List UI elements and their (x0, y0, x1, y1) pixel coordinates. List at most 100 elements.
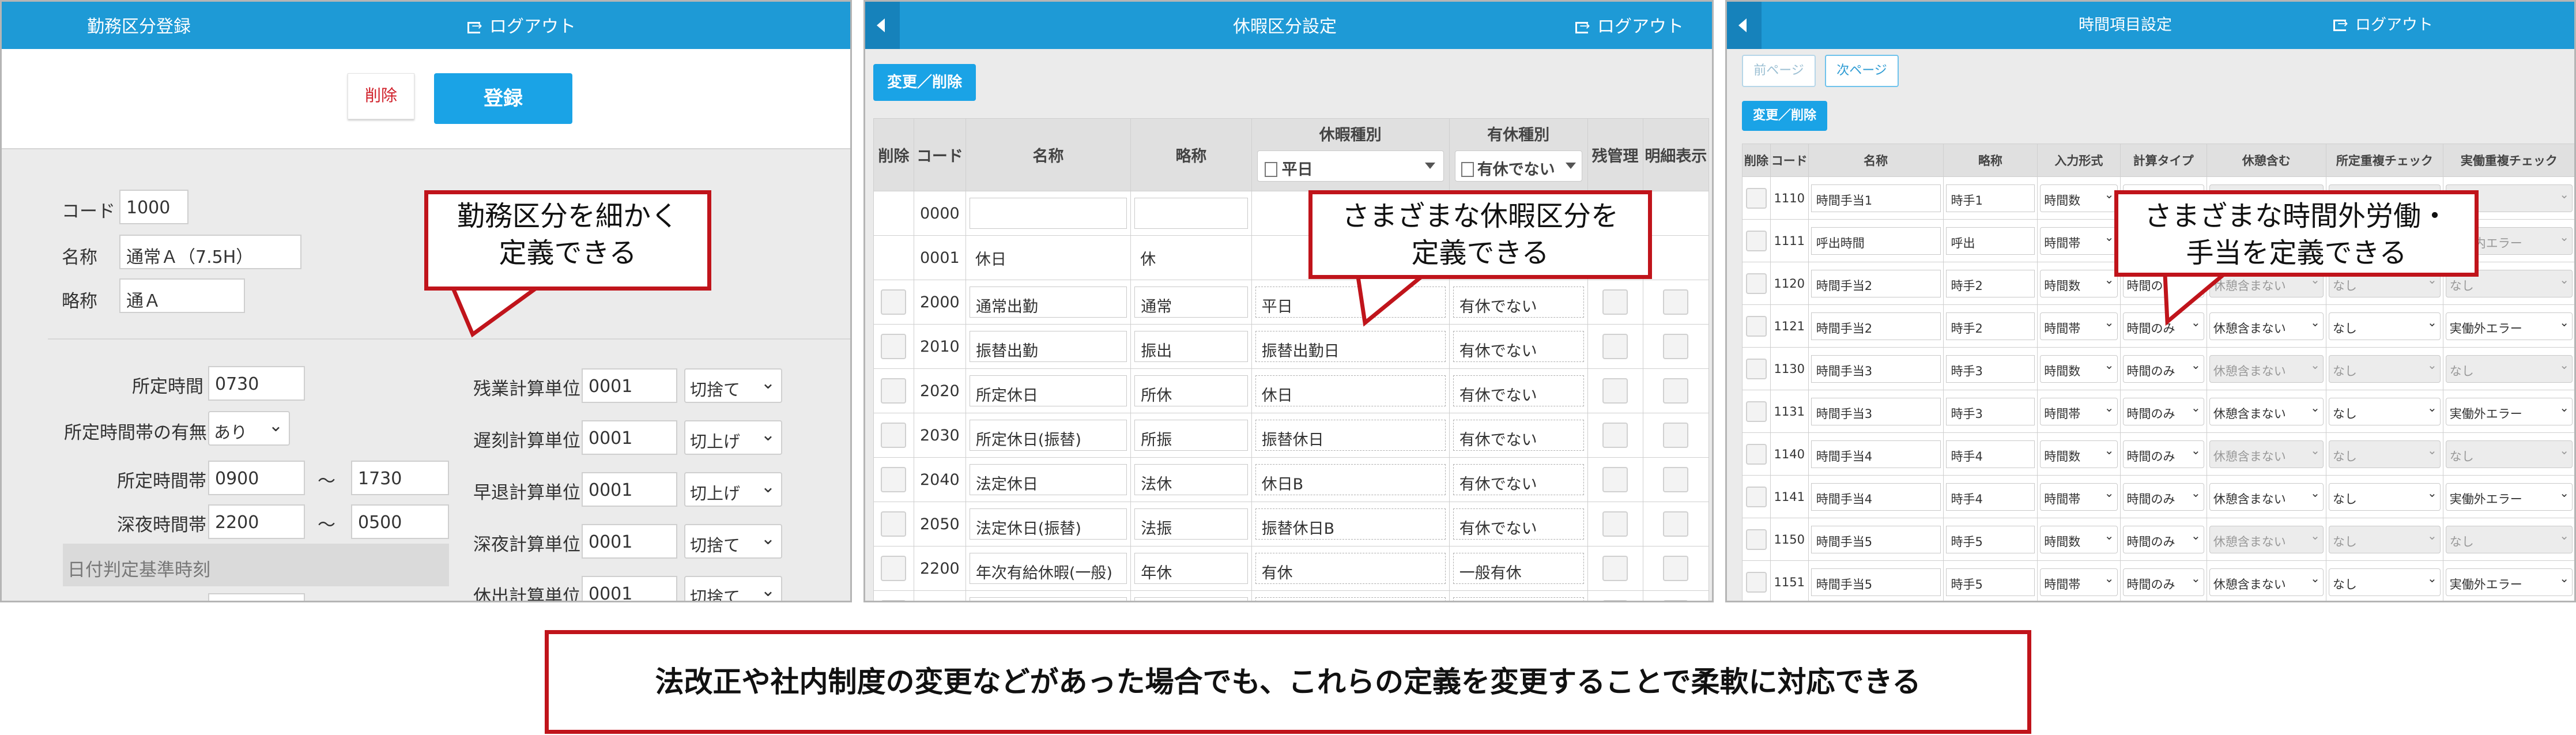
name-input[interactable]: 時間手当3 (1811, 397, 1941, 425)
break-select[interactable]: 休憩含まない (2209, 568, 2324, 596)
name-input[interactable]: 振替出勤 (969, 331, 1127, 362)
night-band-to-field[interactable]: 0500 (351, 504, 449, 539)
name-input[interactable]: 時間手当4 (1811, 483, 1941, 511)
leave-type-cell[interactable]: 振替出勤日 (1255, 331, 1446, 362)
balance-checkbox[interactable] (1602, 556, 1628, 581)
paid-type-cell[interactable]: 有休でない (1453, 375, 1584, 406)
delete-checkbox[interactable] (881, 467, 907, 492)
delete-checkbox[interactable] (1745, 443, 1767, 465)
detail-checkbox[interactable] (1663, 556, 1689, 581)
rounding-select[interactable]: 切捨て (684, 368, 782, 403)
delete-checkbox[interactable] (1745, 358, 1767, 379)
break-select[interactable]: 休憩含まない (2209, 440, 2324, 468)
balance-checkbox[interactable] (1602, 467, 1628, 492)
name-input[interactable]: 年次有給休暇(時間) (969, 597, 1127, 601)
abbr-field[interactable]: 通Ａ (119, 278, 245, 313)
abbr-input[interactable]: 時手3 (1945, 355, 2035, 383)
detail-checkbox[interactable] (1663, 334, 1689, 359)
delete-checkbox[interactable] (1745, 571, 1767, 593)
calc-type-select[interactable]: 時間のみ (2122, 483, 2204, 511)
calc-type-select[interactable]: 時間のみ (2122, 397, 2204, 425)
delete-checkbox[interactable] (1745, 230, 1767, 251)
delete-checkbox[interactable] (881, 600, 907, 601)
logout-link[interactable]: ログアウト (1575, 12, 1684, 37)
actual-check-select[interactable]: なし (2445, 525, 2573, 553)
balance-checkbox[interactable] (1602, 600, 1628, 601)
name-input[interactable]: 時間手当5 (1811, 568, 1941, 596)
input-type-select[interactable]: 時間数 (2040, 525, 2118, 553)
delete-checkbox[interactable] (1745, 529, 1767, 550)
paid-type-cell[interactable]: 有休でない (1453, 464, 1584, 495)
change-delete-button[interactable]: 変更／削除 (1742, 101, 1827, 131)
break-select[interactable]: 休憩含まない (2209, 397, 2324, 425)
rounding-select[interactable]: 切捨て (684, 576, 782, 601)
input-type-select[interactable]: 時間帯 (2040, 312, 2118, 340)
fixed-time-field[interactable]: 0730 (208, 366, 305, 401)
input-type-select[interactable]: 時間数 (2040, 355, 2118, 383)
delete-checkbox[interactable] (881, 423, 907, 448)
detail-checkbox[interactable] (1663, 378, 1689, 404)
abbr-input[interactable]: 時手4 (1945, 483, 2035, 511)
fixed-check-select[interactable]: なし (2328, 312, 2441, 340)
fixed-check-select[interactable]: なし (2328, 355, 2441, 383)
actual-check-select[interactable]: なし (2445, 355, 2573, 383)
detail-checkbox[interactable] (1663, 511, 1689, 537)
paid-type-cell[interactable]: 有休でない (1453, 331, 1584, 362)
break-select[interactable]: 休憩含まない (2209, 483, 2324, 511)
abbr-input[interactable]: 時手5 (1945, 568, 2035, 596)
delete-checkbox[interactable] (881, 289, 907, 315)
balance-checkbox[interactable] (1602, 289, 1628, 315)
delete-checkbox[interactable] (1745, 486, 1767, 507)
delete-checkbox[interactable] (1745, 187, 1767, 209)
input-type-select[interactable]: 時間帯 (2040, 227, 2118, 255)
name-input[interactable]: 通常出勤 (969, 287, 1127, 318)
name-input[interactable]: 所定休日 (969, 375, 1127, 406)
name-input[interactable]: 時間手当4 (1811, 440, 1941, 468)
actual-check-select[interactable]: 実働外エラー (2445, 397, 2573, 425)
delete-checkbox[interactable] (881, 511, 907, 537)
break-select[interactable]: 休憩含まない (2209, 355, 2324, 383)
input-type-select[interactable]: 時間帯 (2040, 397, 2118, 425)
name-input[interactable]: 所定休日(振替) (969, 420, 1127, 451)
abbr-input[interactable]: 時手2 (1945, 269, 2035, 297)
abbr-input[interactable]: 呼出 (1945, 227, 2035, 255)
abbr-input[interactable]: 時手1 (1945, 184, 2035, 212)
leave-type-cell[interactable]: 振替休日 (1255, 420, 1446, 451)
name-input[interactable]: 時間手当2 (1811, 269, 1941, 297)
delete-checkbox[interactable] (881, 556, 907, 581)
name-field[interactable]: 通常Ａ（7.5H） (119, 235, 301, 269)
abbr-input[interactable]: 年休 (1134, 553, 1248, 584)
leave-type-cell[interactable]: 時間単位有休 (1255, 597, 1446, 601)
calc-unit-field[interactable]: 0001 (582, 472, 677, 507)
calc-type-select[interactable]: 時間のみ (2122, 440, 2204, 468)
logout-link[interactable]: ログアウト (2333, 12, 2433, 35)
calc-type-select[interactable]: 時間のみ (2122, 525, 2204, 553)
delete-checkbox[interactable] (1745, 401, 1767, 422)
code-field[interactable]: 1000 (119, 190, 188, 224)
register-button[interactable]: 登録 (434, 73, 572, 124)
paid-type-cell[interactable]: 一般有休 (1453, 597, 1584, 601)
detail-checkbox[interactable] (1663, 600, 1689, 601)
name-input[interactable]: 時間手当3 (1811, 355, 1941, 383)
balance-checkbox[interactable] (1602, 423, 1628, 448)
actual-check-select[interactable]: 実働外エラー (2445, 483, 2573, 511)
calc-unit-field[interactable]: 0001 (582, 524, 677, 559)
fixed-band-from-field[interactable]: 0900 (208, 461, 305, 495)
delete-checkbox[interactable] (1745, 273, 1767, 294)
detail-checkbox[interactable] (1663, 423, 1689, 448)
name-input[interactable]: 年次有給休暇(一般) (969, 553, 1127, 584)
input-type-select[interactable]: 時間帯 (2040, 568, 2118, 596)
balance-checkbox[interactable] (1602, 378, 1628, 404)
paid-type-cell[interactable]: 有休でない (1453, 287, 1584, 318)
rounding-select[interactable]: 切捨て (684, 524, 782, 559)
fixed-check-select[interactable]: なし (2328, 525, 2441, 553)
leave-type-cell[interactable]: 有休 (1255, 553, 1446, 584)
abbr-input[interactable]: 振出 (1134, 331, 1248, 362)
input-type-select[interactable]: 時間数 (2040, 269, 2118, 297)
leave-type-cell[interactable]: 休日B (1255, 464, 1446, 495)
calc-unit-field[interactable]: 0001 (582, 368, 677, 403)
abbr-input[interactable] (1134, 198, 1248, 229)
date-base-field[interactable] (208, 593, 305, 601)
prev-page-button[interactable]: 前ページ (1742, 55, 1816, 87)
leave-type-cell[interactable]: 振替休日B (1255, 508, 1446, 540)
